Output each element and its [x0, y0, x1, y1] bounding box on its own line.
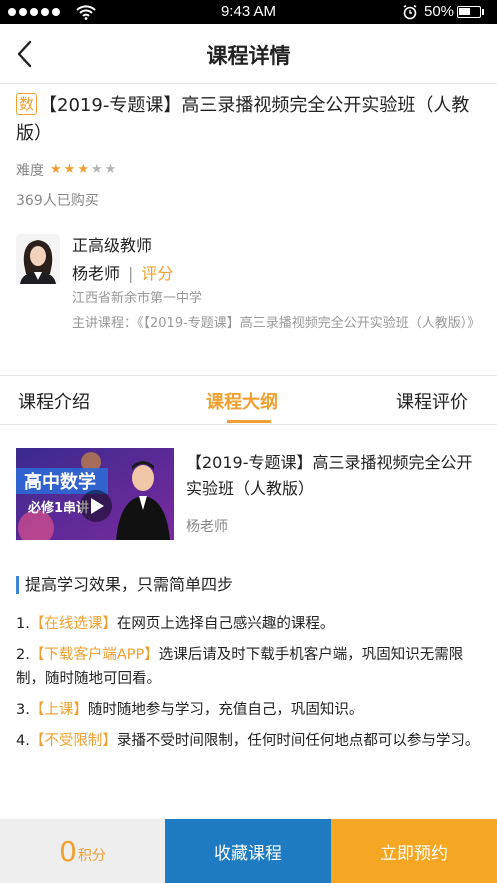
star-icon: ★ — [50, 162, 62, 177]
status-bar: 9:43 AM 50% — [0, 0, 497, 24]
star-icon: ★ — [104, 162, 117, 177]
thumb-title: 高中数学 — [24, 471, 96, 493]
step-item: 4.【不受限制】录播不受时间限制，任何时间任何地点都可以参与学习。 — [16, 729, 484, 753]
step-highlight: 【在线选课】 — [29, 616, 117, 632]
star-icon: ★ — [77, 162, 89, 177]
lesson-item[interactable]: 高中数学 必修1串讲 【2019-专题课】高三录播视频完全公开实验班（人教版） … — [16, 448, 486, 540]
teacher-card: 正高级教师 杨老师 | 评分 江西省新余市第一中学 主讲课程：《【2019-专题课】… — [16, 230, 486, 360]
teacher-avatar[interactable] — [16, 234, 60, 284]
star-icon: ★ — [90, 162, 103, 177]
star-icon: ★ — [63, 162, 76, 177]
favorite-course-button[interactable]: 收藏课程 — [165, 819, 331, 883]
points-value: 0 — [59, 834, 77, 868]
active-tab-indicator — [227, 420, 271, 423]
difficulty-label: 难度 — [16, 163, 44, 179]
difficulty-stars: ★ ★ ★ ★ ★ — [50, 163, 116, 177]
teacher-rank: 正高级教师 — [72, 236, 153, 255]
thumb-subtitle: 必修1串讲 — [27, 500, 89, 516]
buyer-count: 369人已购买 — [16, 193, 99, 209]
course-title: 数【2019-专题课】高三录播视频完全公开实验班（人教版） — [16, 92, 484, 148]
nav-bar: 课程详情 — [0, 24, 497, 84]
step-number: 1. — [16, 616, 30, 632]
step-number: 2. — [16, 647, 30, 663]
lesson-title: 【2019-专题课】高三录播视频完全公开实验班（人教版） — [186, 453, 473, 498]
step-text: 在网页上选择自己感兴趣的课程。 — [116, 616, 335, 632]
step-highlight: 【不受限制】 — [29, 733, 117, 749]
rate-link[interactable]: 评分 — [141, 264, 173, 283]
teacher-name-row: 杨老师 | 评分 — [72, 260, 173, 284]
step-number: 3. — [16, 702, 30, 718]
lesson-teacher: 杨老师 — [186, 519, 228, 535]
battery-icon — [457, 6, 481, 18]
separator: | — [128, 264, 134, 283]
step-highlight: 【上课】 — [29, 702, 88, 718]
book-now-button[interactable]: 立即预约 — [331, 819, 497, 883]
battery-percent: 50% — [424, 3, 455, 20]
steps-heading: 提高学习效果，只需简单四步 — [16, 576, 233, 594]
page-title: 课程详情 — [206, 44, 291, 68]
step-item: 2.【下载客户端APP】选课后请及时下载手机客户端，巩固知识无需限制，随时随地可… — [16, 643, 484, 691]
subject-badge: 数 — [16, 93, 38, 115]
status-time: 9:43 AM — [220, 3, 277, 20]
teacher-school: 江西省新余市第一中学 — [72, 291, 203, 306]
course-tabs: 课程介绍 课程大纲 课程评价 — [0, 375, 497, 425]
step-highlight: 【下载客户端APP】 — [29, 647, 159, 663]
points-unit: 积分 — [77, 848, 106, 864]
teacher-main-course: 主讲课程：《【2019-专题课】高三录播视频完全公开实验班（人教版）》 — [72, 316, 481, 331]
tab-intro[interactable]: 课程介绍 — [18, 388, 90, 414]
step-number: 4. — [16, 733, 30, 749]
lesson-thumbnail[interactable]: 高中数学 必修1串讲 — [16, 448, 174, 540]
step-item: 1.【在线选课】在网页上选择自己感兴趣的课程。 — [16, 612, 484, 636]
bottom-action-bar: 0 积分 收藏课程 立即预约 — [0, 819, 497, 883]
steps-list: 1.【在线选课】在网页上选择自己感兴趣的课程。 2.【下载客户端APP】选课后请… — [16, 612, 484, 760]
step-text: 随时随地参与学习，充值自己，巩固知识。 — [87, 702, 364, 718]
step-item: 3.【上课】随时随地参与学习，充值自己，巩固知识。 — [16, 698, 484, 722]
course-title-text: 【2019-专题课】高三录播视频完全公开实验班（人教版） — [16, 95, 470, 144]
points-display: 0 积分 — [0, 819, 165, 883]
tab-outline[interactable]: 课程大纲 — [206, 388, 278, 414]
teacher-name: 杨老师 — [72, 264, 121, 283]
tab-reviews[interactable]: 课程评价 — [396, 388, 468, 414]
alarm-icon — [403, 4, 417, 20]
step-text: 录播不受时间限制，任何时间任何地点都可以参与学习。 — [116, 733, 480, 749]
course-header: 数【2019-专题课】高三录播视频完全公开实验班（人教版） — [16, 92, 484, 148]
play-icon[interactable] — [80, 490, 112, 522]
difficulty-rating: 难度 ★ ★ ★ ★ ★ — [16, 160, 116, 180]
